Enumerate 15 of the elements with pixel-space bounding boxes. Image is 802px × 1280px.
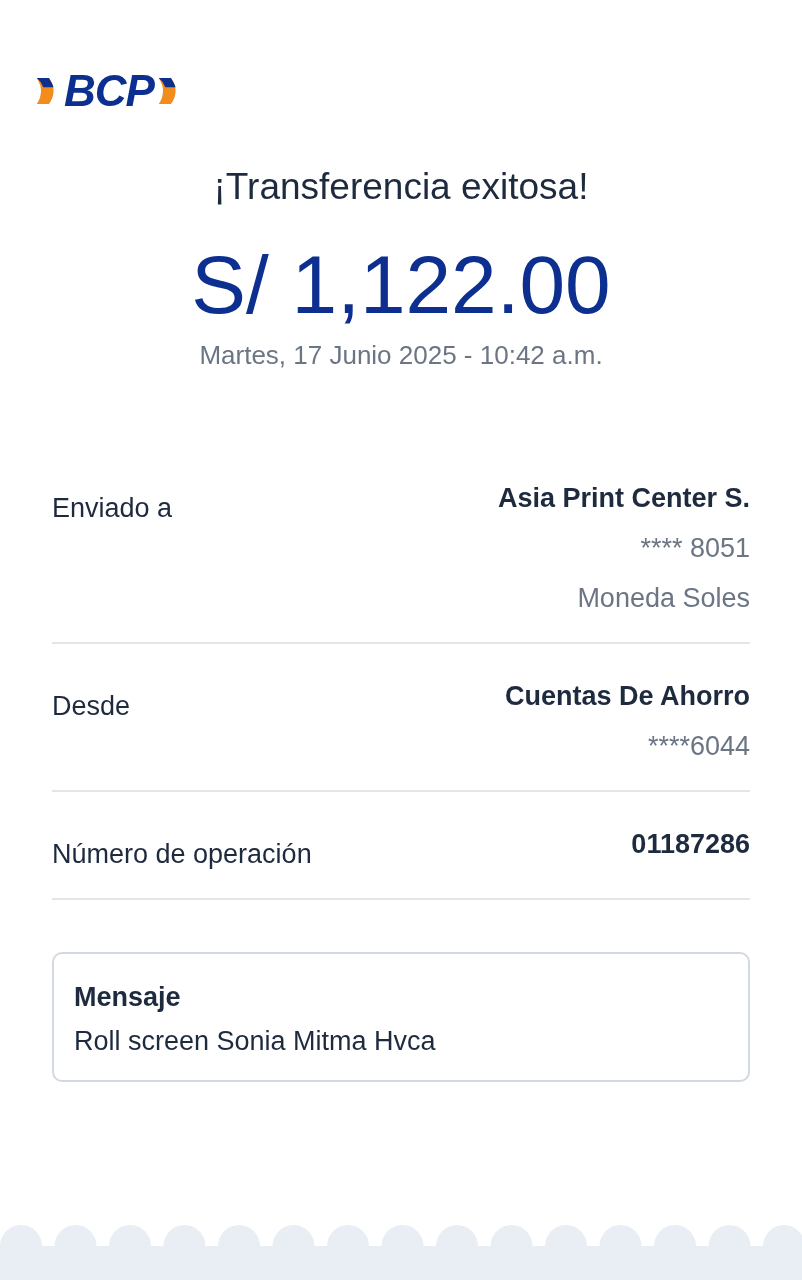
detail-value: 01187286 <box>631 828 750 861</box>
detail-value: Moneda Soles <box>577 582 750 615</box>
success-title: ¡Transferencia exitosa! <box>212 165 590 209</box>
detail-label: Desde <box>52 690 131 723</box>
detail-value: ****6044 <box>647 730 750 763</box>
detail-label: Número de operación <box>52 838 312 871</box>
detail-value: Asia Print Center S. <box>497 482 750 515</box>
logo-text: BCP <box>64 70 154 112</box>
detail-label: Enviado a <box>52 492 173 525</box>
message-title: Mensaje <box>74 981 182 1014</box>
message-text: Roll screen Sonia Mitma Hvca <box>74 1025 437 1058</box>
detail-value: **** 8051 <box>640 532 750 565</box>
amount-text: S/ 1,122.00 <box>190 240 612 330</box>
detail-value: Cuentas De Ahorro <box>504 680 750 713</box>
date-time: Martes, 17 Junio 2025 - 10:42 a.m. <box>198 339 604 372</box>
